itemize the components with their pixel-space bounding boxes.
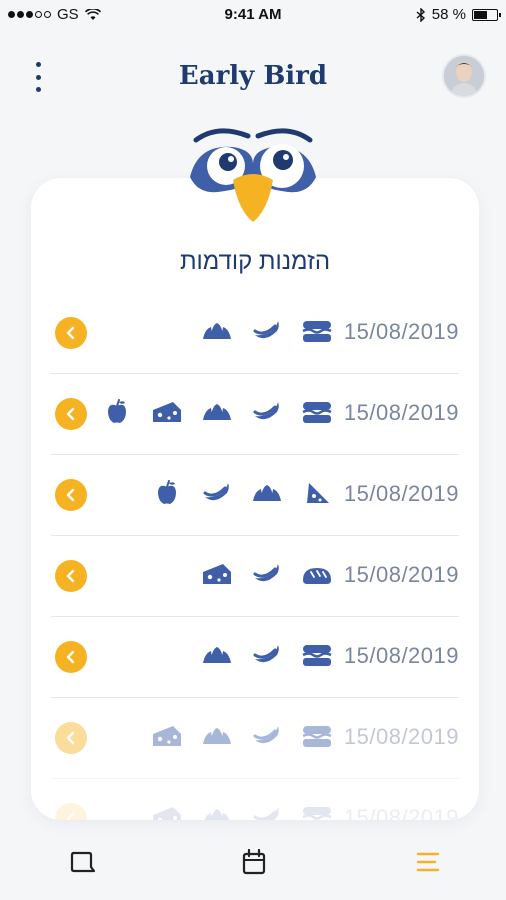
- order-details-button[interactable]: [55, 722, 87, 754]
- banana-icon: [251, 317, 283, 345]
- order-details-button[interactable]: [55, 398, 87, 430]
- chevron-left-icon: [66, 326, 75, 340]
- order-items: [151, 803, 333, 820]
- previous-orders-card: הזמנות קודמות 15/08/2019 15/08/2019 15/08/…: [31, 178, 479, 820]
- order-row[interactable]: 15/08/2019: [51, 293, 459, 374]
- orders-list: 15/08/2019 15/08/2019 15/08/2019 15/08/2019…: [31, 293, 479, 820]
- order-date: 15/08/2019: [343, 400, 459, 425]
- order-details-button[interactable]: [55, 479, 87, 511]
- chevron-left-icon: [66, 488, 75, 502]
- sandwich-icon: [301, 317, 333, 345]
- order-date: 15/08/2019: [343, 805, 459, 820]
- cheese-icon: [151, 722, 183, 750]
- order-row[interactable]: 15/08/2019: [51, 374, 459, 455]
- app-header: Early Bird: [0, 44, 506, 114]
- owl-icon: [190, 128, 316, 222]
- croissant-icon: [201, 398, 233, 426]
- chevron-left-icon: [66, 731, 75, 745]
- cheese-icon: [151, 398, 183, 426]
- order-items: [201, 317, 333, 345]
- banana-icon: [251, 641, 283, 669]
- battery-icon: [472, 8, 501, 21]
- order-row[interactable]: 15/08/2019: [51, 536, 459, 617]
- cheese-wedge-icon: [301, 479, 333, 507]
- sandwich-icon: [301, 803, 333, 820]
- croissant-icon: [201, 803, 233, 820]
- banana-icon: [251, 560, 283, 588]
- status-right: 58 %: [416, 6, 501, 23]
- chevron-left-icon: [66, 569, 75, 583]
- apple-icon: [101, 398, 133, 426]
- chat-bubble-icon: [70, 851, 95, 873]
- calendar-icon: [242, 849, 266, 875]
- order-date: 15/08/2019: [343, 481, 459, 506]
- croissant-icon: [201, 641, 233, 669]
- order-items: [201, 560, 333, 588]
- sandwich-icon: [301, 398, 333, 426]
- order-date: 15/08/2019: [343, 724, 459, 749]
- bread-icon: [301, 560, 333, 588]
- order-date: 15/08/2019: [343, 643, 459, 668]
- order-items: [101, 398, 333, 426]
- battery-percent: 58 %: [431, 6, 466, 23]
- banana-icon: [251, 803, 283, 820]
- nav-orders[interactable]: [412, 846, 444, 878]
- status-bar: GS 9:41 AM 58 %: [0, 0, 506, 30]
- croissant-icon: [201, 317, 233, 345]
- app-title: Early Bird: [178, 61, 328, 91]
- chevron-left-icon: [66, 650, 75, 664]
- order-date: 15/08/2019: [343, 319, 459, 344]
- sandwich-icon: [301, 722, 333, 750]
- order-row[interactable]: 15/08/2019: [51, 617, 459, 698]
- order-items: [201, 641, 333, 669]
- order-row[interactable]: 15/08/2019: [51, 698, 459, 779]
- bottom-navigation: [0, 830, 506, 890]
- order-details-button[interactable]: [55, 641, 87, 673]
- banana-icon: [201, 479, 233, 507]
- sandwich-icon: [301, 641, 333, 669]
- croissant-icon: [201, 722, 233, 750]
- card-title: הזמנות קודמות: [179, 248, 331, 275]
- order-details-button[interactable]: [55, 803, 87, 820]
- nav-chat[interactable]: [66, 846, 98, 878]
- order-details-button[interactable]: [55, 560, 87, 592]
- order-row[interactable]: 15/08/2019: [51, 779, 459, 820]
- bluetooth-icon: [416, 7, 425, 22]
- chevron-left-icon: [66, 812, 75, 820]
- chevron-left-icon: [66, 407, 75, 421]
- order-items: [151, 479, 333, 507]
- list-icon: [416, 852, 440, 872]
- nav-calendar[interactable]: [238, 846, 270, 878]
- apple-icon: [151, 479, 183, 507]
- croissant-icon: [251, 479, 283, 507]
- cheese-icon: [151, 803, 183, 820]
- user-avatar[interactable]: [442, 54, 486, 98]
- order-row[interactable]: 15/08/2019: [51, 455, 459, 536]
- order-items: [151, 722, 333, 750]
- banana-icon: [251, 722, 283, 750]
- order-date: 15/08/2019: [343, 562, 459, 587]
- order-details-button[interactable]: [55, 317, 87, 349]
- cheese-icon: [201, 560, 233, 588]
- banana-icon: [251, 398, 283, 426]
